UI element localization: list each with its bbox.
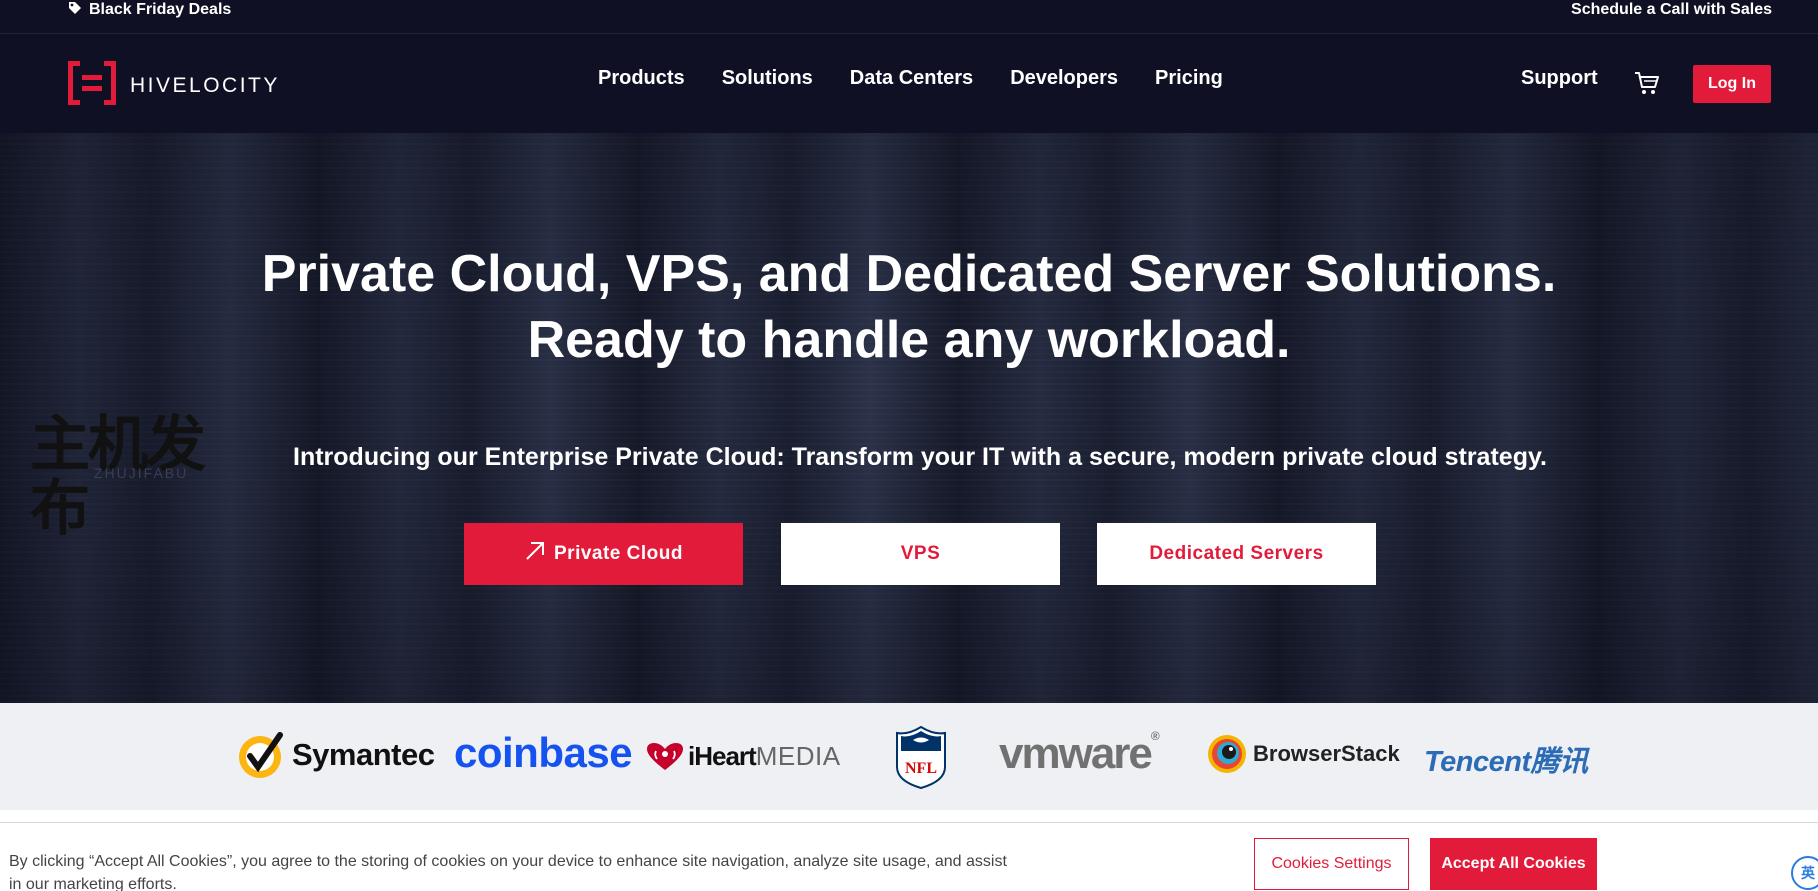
iheart-media-text: MEDIA	[755, 741, 841, 771]
page: Black Friday Deals Schedule a Call with …	[0, 0, 1818, 891]
hero-title-line-1: Private Cloud, VPS, and Dedicated Server…	[261, 245, 1557, 303]
accept-all-cookies-button[interactable]: Accept All Cookies	[1430, 838, 1597, 890]
top-promo-bar: Black Friday Deals Schedule a Call with …	[0, 0, 1818, 34]
logo-text: HIVELOCITY	[130, 73, 280, 97]
browserstack-logo: BrowserStack	[1207, 734, 1400, 774]
nav-pricing[interactable]: Pricing	[1155, 67, 1223, 90]
nfl-text: NFL	[905, 760, 937, 777]
main-navigation: HIVELOCITY Products Solutions Data Cente…	[0, 34, 1818, 133]
coinbase-logo: coinbase	[454, 729, 633, 776]
hero-title: Private Cloud, VPS, and Dedicated Server…	[0, 241, 1818, 373]
browserstack-eye-icon	[1208, 735, 1246, 773]
hivelocity-logo-mark	[68, 61, 116, 110]
black-friday-deals-link[interactable]: Black Friday Deals	[68, 0, 231, 20]
private-cloud-button[interactable]: Private Cloud	[464, 523, 743, 585]
vmware-logo: vmware ®	[999, 729, 1160, 779]
nav-products[interactable]: Products	[598, 67, 685, 90]
tag-icon	[68, 1, 82, 20]
symantec-text: Symantec	[292, 737, 435, 772]
login-button[interactable]: Log In	[1693, 65, 1771, 103]
vmware-registered-mark: ®	[1150, 729, 1160, 743]
nav-support[interactable]: Support	[1521, 67, 1598, 90]
vmware-text: vmware	[999, 729, 1153, 778]
tencent-logo: Tencent腾讯	[1424, 746, 1588, 778]
cookies-settings-button[interactable]: Cookies Settings	[1254, 838, 1409, 890]
black-friday-deals-label: Black Friday Deals	[89, 1, 232, 18]
cookie-consent-banner: By clicking “Accept All Cookies”, you ag…	[0, 822, 1818, 891]
symantec-check-icon	[239, 732, 283, 778]
hivelocity-logo[interactable]: HIVELOCITY	[68, 61, 280, 110]
symantec-logo: Symantec	[236, 729, 435, 781]
hero-title-line-2: Ready to handle any workload.	[527, 311, 1291, 369]
nfl-logo: NFL	[894, 725, 948, 789]
watermark-logo: 主机发布 ZHUJIFABU	[30, 413, 230, 541]
iheart-text: iHeart	[688, 741, 757, 771]
browserstack-text: BrowserStack	[1253, 741, 1400, 766]
primary-nav-links: Products Solutions Data Centers Develope…	[598, 67, 1223, 90]
cart-icon[interactable]	[1634, 70, 1660, 101]
iheart-heart-icon	[647, 742, 683, 770]
nav-developers[interactable]: Developers	[1010, 67, 1118, 90]
nav-data-centers[interactable]: Data Centers	[850, 67, 973, 90]
schedule-call-link[interactable]: Schedule a Call with Sales	[1571, 0, 1772, 20]
iheartmedia-logo: iHeart MEDIA	[646, 741, 841, 772]
language-badge[interactable]: 英	[1791, 856, 1818, 890]
arrow-up-right-icon	[524, 540, 546, 568]
watermark-en: ZHUJIFABU	[94, 465, 189, 481]
hero-section: Private Cloud, VPS, and Dedicated Server…	[0, 133, 1818, 703]
hero-content: Private Cloud, VPS, and Dedicated Server…	[0, 133, 1818, 703]
private-cloud-label: Private Cloud	[554, 543, 683, 564]
hero-subtitle: Introducing our Enterprise Private Cloud…	[293, 443, 1547, 471]
dedicated-servers-button[interactable]: Dedicated Servers	[1097, 523, 1376, 585]
cookie-consent-text: By clicking “Accept All Cookies”, you ag…	[9, 853, 1007, 891]
vps-button[interactable]: VPS	[781, 523, 1060, 585]
customer-logos-strip: Symantec coinbase iHeart MEDIA NFL vmwar…	[0, 703, 1818, 810]
nav-solutions[interactable]: Solutions	[722, 67, 813, 90]
